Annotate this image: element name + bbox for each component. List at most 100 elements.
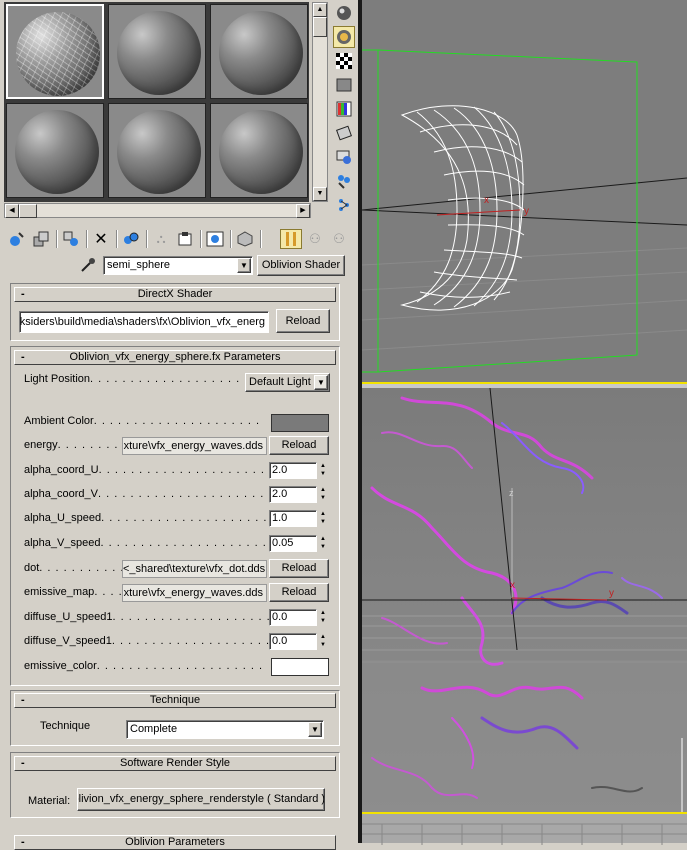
viewport-bottom-strip <box>362 812 687 845</box>
go-forward-to-sibling-icon[interactable]: ⚇ <box>304 229 326 249</box>
slots-horizontal-scrollbar[interactable]: ◀ ▶ <box>4 203 311 218</box>
get-material-icon[interactable] <box>6 229 28 249</box>
alpha-coord-v-input[interactable]: 2.0 <box>269 486 317 503</box>
sphere-preview <box>15 110 99 194</box>
chevron-down-icon[interactable]: ▼ <box>237 258 251 273</box>
spinner-arrows-icon[interactable]: ▲ ▼ <box>318 633 328 650</box>
go-backward-icon[interactable]: ⚇ <box>328 229 350 249</box>
directx-shader-header[interactable]: - DirectX Shader <box>14 287 336 302</box>
material-slot-3[interactable] <box>210 4 308 99</box>
material-slots-grid <box>4 2 309 202</box>
material-slot-1[interactable] <box>6 4 104 99</box>
render-style-button[interactable]: Oblivion_vfx_energy_sphere_renderstyle (… <box>77 788 325 811</box>
sphere-preview <box>117 110 201 194</box>
background-checker-icon[interactable] <box>333 50 355 72</box>
material-navigator-icon[interactable] <box>333 194 355 216</box>
spinner-arrows-icon[interactable]: ▲ ▼ <box>318 462 328 479</box>
spinner-arrows-icon[interactable]: ▲ ▼ <box>318 510 328 527</box>
shader-path-field[interactable]: arksiders\build\media\shaders\fx\Oblivio… <box>19 311 269 333</box>
diffuse-v-speed1-input[interactable]: 0.0 <box>269 633 317 650</box>
shaded-scene: z x y <box>362 388 687 812</box>
alpha-u-speed-input[interactable]: 1.0 <box>269 510 317 527</box>
technique-label: Technique <box>40 720 91 732</box>
show-end-result-icon[interactable] <box>234 229 256 249</box>
software-render-header[interactable]: - Software Render Style <box>14 756 336 771</box>
material-name-dropdown[interactable]: semi_sphere ▼ <box>103 256 253 275</box>
spinner-arrows-icon[interactable]: ▲ ▼ <box>318 609 328 626</box>
x-axis-label: x <box>484 195 489 206</box>
sample-uv-tiling-icon[interactable] <box>333 74 355 96</box>
spinner-arrows-icon[interactable]: ▲ ▼ <box>318 486 328 503</box>
diffuse-u-speed1-label: diffuse_U_speed1. . . . . . . . . . . . … <box>24 611 279 623</box>
software-render-material-label: Material: <box>28 795 71 807</box>
viewport-scene: x y <box>362 49 687 373</box>
slots-vertical-scrollbar[interactable]: ▲ ▼ <box>312 2 328 202</box>
shader-path-value: arksiders\build\media\shaders\fx\Oblivio… <box>19 316 265 328</box>
technique-dropdown[interactable]: Complete ▼ <box>126 720 324 739</box>
spinner-arrows-icon[interactable]: ▲ ▼ <box>318 535 328 552</box>
perspective-viewport[interactable]: x y <box>362 0 687 382</box>
shader-type-button[interactable]: Oblivion Shader <box>257 255 345 276</box>
ambient-color-swatch[interactable] <box>271 414 329 432</box>
energy-reload-button[interactable]: Reload <box>269 436 329 455</box>
material-slot-5[interactable] <box>108 103 206 198</box>
select-by-material-icon[interactable] <box>333 170 355 192</box>
make-preview-icon[interactable] <box>333 122 355 144</box>
material-slot-2[interactable] <box>108 4 206 99</box>
pick-material-from-object-icon[interactable] <box>78 256 98 274</box>
assign-to-selection-icon[interactable] <box>60 229 82 249</box>
material-slot-4[interactable] <box>6 103 104 198</box>
scroll-right-icon[interactable]: ▶ <box>296 204 310 218</box>
material-slot-6[interactable] <box>210 103 308 198</box>
emissive-color-swatch[interactable] <box>271 658 329 676</box>
scroll-down-icon[interactable]: ▼ <box>313 187 327 201</box>
dot-map-field[interactable]: <_shared\texture\vfx_dot.dds <box>122 560 267 578</box>
put-to-scene-icon[interactable] <box>30 229 52 249</box>
scroll-left-icon[interactable]: ◀ <box>5 204 19 218</box>
light-position-value: Default Light <box>249 376 311 388</box>
reload-shader-button[interactable]: Reload <box>276 309 330 333</box>
x-axis-label: x <box>510 580 515 591</box>
show-map-in-viewport-icon[interactable] <box>204 229 226 249</box>
go-to-parent-icon[interactable] <box>280 229 302 249</box>
video-color-check-icon[interactable] <box>333 98 355 120</box>
chevron-down-icon[interactable]: ▼ <box>314 375 328 390</box>
material-editor-panel: ▲ ▼ ◀ ▶ ✕ ⛬ ⚇ ⚇ semi_sphere ▼ Oblivion S… <box>0 0 358 850</box>
shaded-viewport[interactable]: z x y <box>362 388 687 812</box>
reset-map-icon[interactable]: ✕ <box>90 229 112 249</box>
alpha-coord-u-input[interactable]: 2.0 <box>269 462 317 479</box>
hscroll-thumb[interactable] <box>19 204 37 218</box>
y-axis-label: y <box>524 206 529 217</box>
scroll-thumb[interactable] <box>313 17 327 37</box>
sample-type-sphere-icon[interactable] <box>333 2 355 24</box>
chevron-down-icon[interactable]: ▼ <box>308 722 322 737</box>
material-effects-channel-icon[interactable] <box>174 229 196 249</box>
light-position-label: Light Position. . . . . . . . . . . . . … <box>24 373 265 385</box>
dot-reload-button[interactable]: Reload <box>269 559 329 578</box>
make-unique-icon[interactable] <box>120 229 142 249</box>
light-position-dropdown[interactable]: Default Light ▼ <box>245 373 330 392</box>
rollout-title: Software Render Style <box>119 757 231 769</box>
semi-sphere-wireframe <box>400 105 525 311</box>
emissive-map-reload-button[interactable]: Reload <box>269 583 329 602</box>
sphere-preview <box>219 11 303 95</box>
emissive-color-label: emissive_color. . . . . . . . . . . . . … <box>24 660 264 672</box>
put-to-library-icon[interactable]: ⛬ <box>150 229 172 249</box>
diffuse-u-speed1-input[interactable]: 0.0 <box>269 609 317 626</box>
options-icon[interactable] <box>333 146 355 168</box>
alpha-u-speed-label: alpha_U_speed. . . . . . . . . . . . . .… <box>24 512 292 524</box>
alpha-v-speed-input[interactable]: 0.05 <box>269 535 317 552</box>
technique-value: Complete <box>130 723 178 735</box>
scroll-up-icon[interactable]: ▲ <box>313 3 327 17</box>
emissive-map-field[interactable]: xture\vfx_energy_waves.dds <box>122 584 267 602</box>
alpha-coord-v-label: alpha_coord_V. . . . . . . . . . . . . .… <box>24 488 281 500</box>
energy-map-field[interactable]: xture\vfx_energy_waves.dds <box>122 437 267 455</box>
diffuse-v-speed1-label: diffuse_V_speed1. . . . . . . . . . . . … <box>24 635 279 647</box>
sphere-preview <box>117 11 201 95</box>
backlight-icon[interactable] <box>333 26 355 48</box>
parameters-header[interactable]: - Oblivion_vfx_energy_sphere.fx Parameter… <box>14 350 336 365</box>
z-axis-label: z <box>509 488 514 498</box>
technique-header[interactable]: - Technique <box>14 693 336 708</box>
rollout-title: Oblivion Parameters <box>125 836 225 848</box>
x-axis-gizmo <box>436 209 521 216</box>
